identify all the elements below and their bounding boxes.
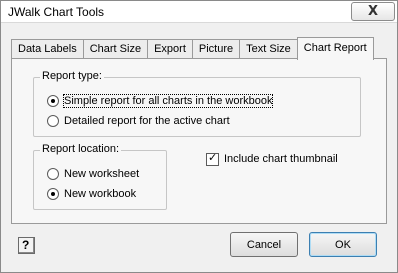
new-workbook-radio[interactable] <box>47 188 59 200</box>
tab-panel-chart-report: Report type: Simple report for all chart… <box>11 58 387 224</box>
report-location-title: Report location: <box>40 143 122 155</box>
tab-text-size[interactable]: Text Size <box>239 39 298 59</box>
help-button[interactable]: ? <box>18 237 35 254</box>
tab-export[interactable]: Export <box>147 39 193 59</box>
detailed-report-label: Detailed report for the active chart <box>64 115 230 127</box>
report-type-title: Report type: <box>40 70 104 82</box>
thumbnail-checkbox[interactable] <box>206 151 219 166</box>
simple-report-option[interactable]: Simple report for all charts in the work… <box>47 93 274 109</box>
thumbnail-label: Include chart thumbnail <box>224 153 338 165</box>
tab-chart-size[interactable]: Chart Size <box>82 39 149 59</box>
new-worksheet-option[interactable]: New worksheet <box>47 166 139 182</box>
report-location-group: Report location: New worksheet New workb… <box>33 143 167 210</box>
cancel-button[interactable]: Cancel <box>230 232 298 257</box>
detailed-report-option[interactable]: Detailed report for the active chart <box>47 113 230 129</box>
report-type-group: Report type: Simple report for all chart… <box>33 70 361 137</box>
tab-chart-report[interactable]: Chart Report <box>296 37 374 60</box>
tab-picture[interactable]: Picture <box>191 39 241 59</box>
ok-button[interactable]: OK <box>309 232 377 257</box>
new-workbook-option[interactable]: New workbook <box>47 186 136 202</box>
title-bar: JWalk Chart Tools X <box>1 1 397 23</box>
dialog-window: JWalk Chart Tools X Data Labels Chart Si… <box>0 0 398 273</box>
close-icon: X <box>367 4 379 19</box>
tab-data-labels[interactable]: Data Labels <box>11 39 84 59</box>
new-worksheet-radio[interactable] <box>47 168 59 180</box>
simple-report-label: Simple report for all charts in the work… <box>62 94 274 108</box>
new-worksheet-label: New worksheet <box>64 168 140 180</box>
detailed-report-radio[interactable] <box>47 115 59 127</box>
tab-strip: Data Labels Chart Size Export Picture Te… <box>11 37 374 60</box>
simple-report-radio[interactable] <box>47 95 59 107</box>
new-workbook-label: New workbook <box>64 188 137 200</box>
window-title: JWalk Chart Tools <box>8 5 105 19</box>
thumbnail-option[interactable]: Include chart thumbnail <box>206 151 338 167</box>
help-icon: ? <box>22 238 30 252</box>
close-button[interactable]: X <box>351 2 395 21</box>
